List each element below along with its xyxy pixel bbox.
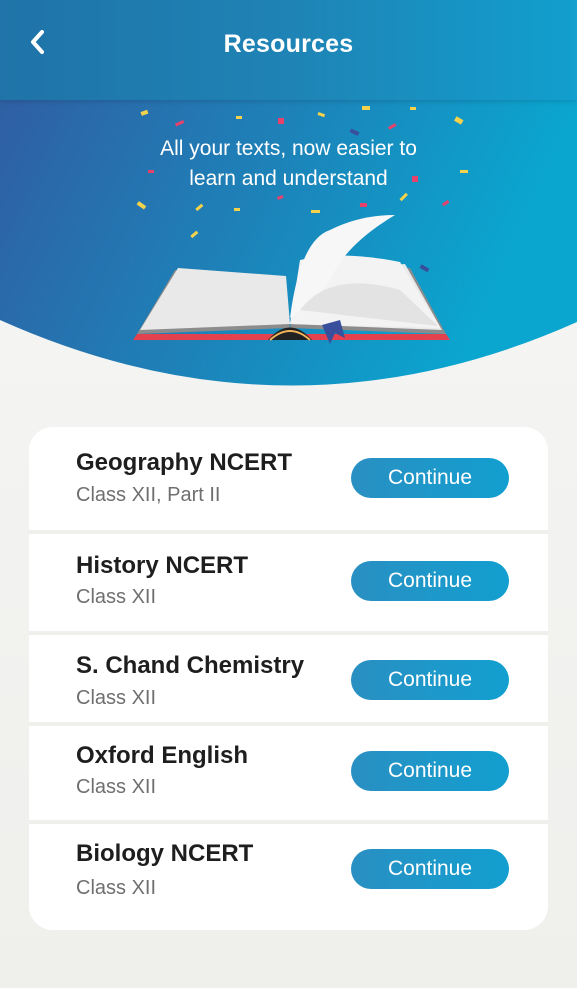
continue-button[interactable]: Continue	[351, 458, 509, 498]
resources-list: Geography NCERT Class XII, Part II Conti…	[29, 427, 548, 930]
resource-subtitle: Class XII	[76, 586, 157, 608]
hero-banner: Resources All your texts, now easier to …	[0, 0, 577, 390]
resource-subtitle: Class XII	[76, 877, 157, 899]
resource-item[interactable]: Biology NCERT Class XII Continue	[29, 824, 548, 930]
tagline-line-2: learn and understand	[189, 167, 388, 190]
resource-item[interactable]: Oxford English Class XII Continue	[29, 726, 548, 820]
resource-item[interactable]: S. Chand Chemistry Class XII Continue	[29, 635, 548, 722]
resource-subtitle: Class XII	[76, 687, 157, 709]
app-header: Resources	[0, 0, 577, 100]
page-title: Resources	[223, 30, 354, 58]
resource-title: Biology NCERT	[76, 840, 254, 867]
continue-button[interactable]: Continue	[351, 561, 509, 601]
continue-button[interactable]: Continue	[351, 660, 509, 700]
tagline-line-1: All your texts, now easier to	[160, 137, 417, 160]
resource-subtitle: Class XII, Part II	[76, 484, 221, 506]
resource-title: S. Chand Chemistry	[76, 652, 305, 679]
resource-title: Geography NCERT	[76, 449, 293, 476]
resource-item[interactable]: Geography NCERT Class XII, Part II Conti…	[29, 427, 548, 530]
continue-button[interactable]: Continue	[351, 849, 509, 889]
resource-title: History NCERT	[76, 552, 249, 579]
hero-tagline: All your texts, now easier to learn and …	[0, 134, 577, 194]
continue-button[interactable]: Continue	[351, 751, 509, 791]
resource-item[interactable]: History NCERT Class XII Continue	[29, 534, 548, 631]
resource-title: Oxford English	[76, 742, 249, 769]
resource-subtitle: Class XII	[76, 776, 157, 798]
